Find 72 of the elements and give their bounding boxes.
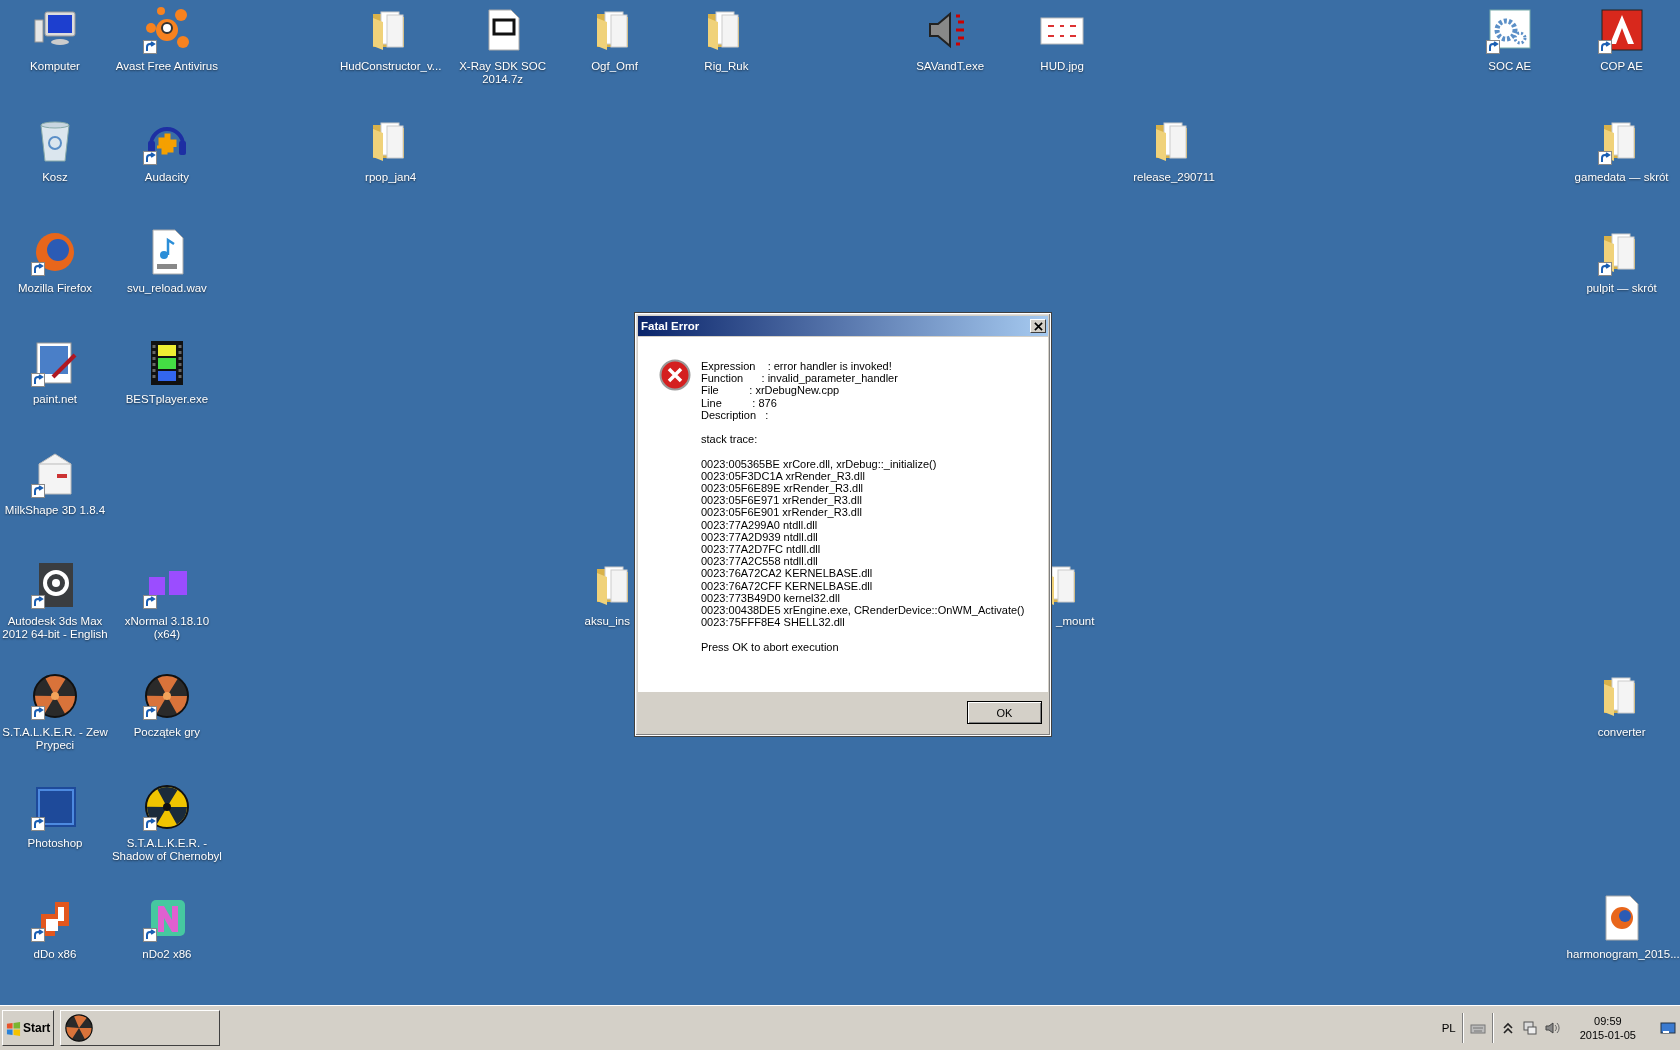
- message-line: Expression : error handler is invoked!: [701, 360, 893, 373]
- desktop-icon-label[interactable]: harmonogram_2015...: [1566, 948, 1677, 961]
- desktop-icon-label[interactable]: S.T.A.L.K.E.R. - Zew Prypeci: [0, 726, 110, 752]
- network-icon[interactable]: [1521, 1020, 1538, 1036]
- desktop-icon-label[interactable]: paint.net: [0, 393, 110, 406]
- message-line: 0023:005365BE xrCore.dll, xrDebug::_initialize(): [701, 457, 938, 470]
- desktop-icon-label[interactable]: X-Ray SDK SOC 2014.7z: [447, 60, 558, 86]
- desktop-icon-label[interactable]: BESTplayer.exe: [111, 393, 222, 406]
- message-line: Description :: [701, 408, 770, 421]
- desktop-icon-label[interactable]: release_290711: [1119, 171, 1229, 184]
- message-line: 0023:76A72CFF KERNELBASE.dll: [701, 579, 874, 592]
- message-line: 0023:05F6E971 xrRender_R3.dll: [701, 494, 863, 507]
- windows-flag-icon: [6, 1020, 21, 1036]
- desktop-icon-label[interactable]: pulpit — skrót: [1566, 282, 1677, 295]
- desktop-icon-label[interactable]: Rig_Ruk: [671, 60, 782, 73]
- desktop-icon-label[interactable]: xNormal 3.18.10 (x64): [111, 615, 222, 641]
- desktop-icon-label[interactable]: SOC AE: [1454, 60, 1565, 73]
- desktop-icon-label[interactable]: SAVandT.exe: [895, 60, 1006, 73]
- language-indicator[interactable]: PL: [1441, 1022, 1456, 1034]
- show-desktop-icon[interactable]: [1660, 1020, 1676, 1036]
- desktop-icon-label[interactable]: Mozilla Firefox: [0, 282, 110, 295]
- message-line: Press OK to abort execution: [701, 640, 840, 653]
- message-line: 0023:77A2D7FC ntdll.dll: [701, 543, 822, 556]
- desktop-icon-label[interactable]: Komputer: [0, 60, 110, 73]
- desktop-icon-label[interactable]: gamedata — skrót: [1566, 171, 1677, 184]
- close-button[interactable]: [1030, 319, 1046, 333]
- taskbar-button[interactable]: [60, 1010, 221, 1046]
- message-line: 0023:00438DE5 xrEngine.exe, CRenderDevice::OnWM_Activate(): [701, 604, 1025, 617]
- message-line: 0023:773B49D0 kernel32.dll: [701, 591, 841, 605]
- message-line: stack trace:: [701, 433, 759, 446]
- message-line: 0023:77A2D939 ntdll.dll: [701, 530, 819, 543]
- desktop-icon-label[interactable]: rpop_jan4: [335, 171, 446, 184]
- volume-icon[interactable]: [1543, 1020, 1560, 1036]
- desktop-icon-label[interactable]: Początek gry: [111, 726, 222, 739]
- message-line: Function : invalid_parameter_handler: [701, 372, 899, 385]
- desktop-icon-label[interactable]: HUD.jpg: [1007, 60, 1118, 73]
- desktop-icon-label[interactable]: aksu_ins: [584, 615, 630, 628]
- radiation-icon: [64, 1013, 95, 1043]
- desktop-icon-label[interactable]: MilkShape 3D 1.8.4: [0, 504, 110, 517]
- message-line: 0023:05F6E89E xrRender_R3.dll: [701, 482, 865, 495]
- desktop-icon-label[interactable]: COP AE: [1566, 60, 1677, 73]
- desktop-icon-label[interactable]: Audacity: [111, 171, 222, 184]
- ok-button[interactable]: OK: [967, 701, 1042, 724]
- error-icon: [659, 359, 691, 391]
- start-button[interactable]: Start: [2, 1010, 55, 1046]
- desktop-icon-label[interactable]: svu_reload.wav: [111, 282, 222, 295]
- window-title: Fatal Error: [641, 320, 700, 332]
- clock[interactable]: 09:59 2015-01-05: [1579, 1014, 1636, 1042]
- desktop-icon-label[interactable]: Photoshop: [0, 837, 110, 850]
- message-line: 0023:76A72CA2 KERNELBASE.dll: [701, 567, 874, 580]
- desktop-icon-label[interactable]: Kosz: [0, 171, 110, 184]
- desktop-icon-label[interactable]: Avast Free Antivirus: [111, 60, 222, 73]
- message-line: Line : 876: [701, 396, 778, 409]
- message-line: 0023:77A299A0 ntdll.dll: [701, 518, 819, 531]
- clock-time: 09:59: [1594, 1014, 1622, 1028]
- desktop-icon-label[interactable]: _mount: [1056, 615, 1095, 628]
- desktop-icon-label[interactable]: Ogf_Omf: [559, 60, 670, 73]
- radiation-icon[interactable]: [142, 672, 191, 720]
- desktop-icon-label[interactable]: converter: [1566, 726, 1677, 739]
- radiation-icon[interactable]: [142, 783, 191, 831]
- message-line: 0023:75FFF8E4 SHELL32.dll: [701, 616, 846, 629]
- message-line: 0023:05F3DC1A xrRender_R3.dll: [701, 469, 865, 482]
- desktop-icon-label[interactable]: S.T.A.L.K.E.R. - Shadow of Chernobyl: [111, 837, 222, 863]
- desktop-icon-label[interactable]: dDo x86: [0, 948, 110, 961]
- desktop-icon-label[interactable]: nDo2 x86: [111, 948, 222, 961]
- message-line: 0023:05F6E901 xrRender_R3.dll: [701, 506, 863, 519]
- radiation-icon[interactable]: [31, 672, 79, 720]
- desktop-icon-label[interactable]: HudConstructor_v...: [335, 60, 446, 73]
- message-line: File : xrDebugNew.cpp: [701, 384, 841, 397]
- clock-date: 2015-01-05: [1579, 1028, 1636, 1042]
- desktop-icon-label[interactable]: Autodesk 3ds Max 2012 64-bit - English: [0, 615, 110, 641]
- message-line: 0023:77A2C558 ntdll.dll: [701, 555, 819, 568]
